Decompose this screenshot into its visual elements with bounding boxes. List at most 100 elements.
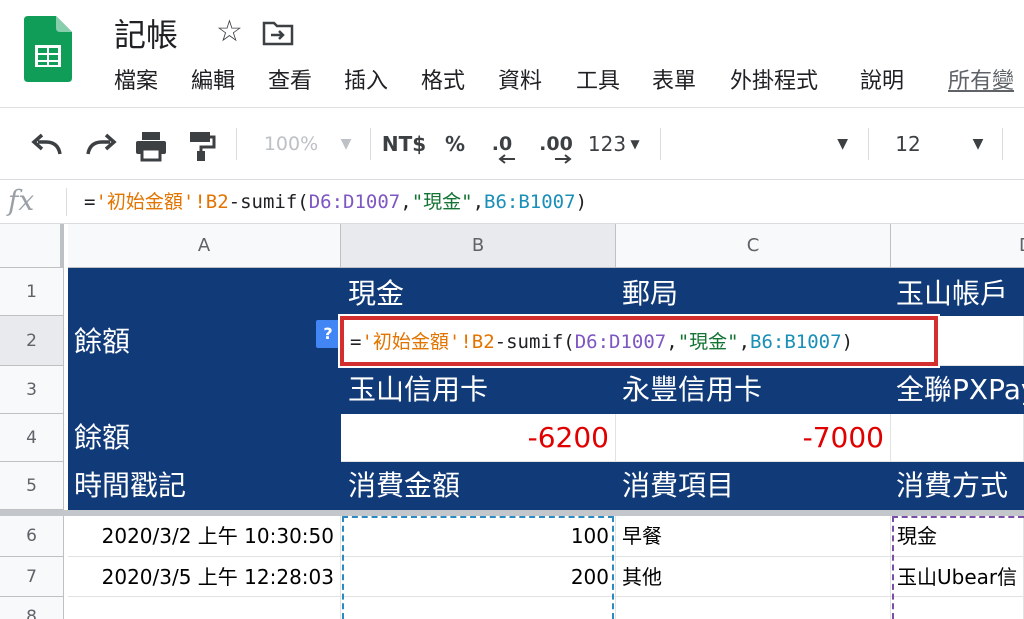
cell-b5[interactable]: 消費金額 [348, 466, 460, 506]
row-header-3[interactable]: 3 [0, 366, 64, 414]
menu-edit[interactable]: 編輯 [191, 66, 235, 98]
document-title[interactable]: 記帳 [114, 10, 178, 56]
font-size-dropdown-icon[interactable]: ▼ [966, 122, 990, 166]
toolbar-separator [660, 128, 661, 160]
move-to-folder-icon[interactable] [262, 20, 294, 46]
formula-comma: , [400, 191, 412, 213]
cell-b4[interactable]: -6200 [341, 414, 616, 462]
font-size-select[interactable]: 12 [886, 122, 930, 166]
row-header-7[interactable]: 7 [0, 557, 64, 597]
row-header-5[interactable]: 5 [0, 462, 64, 510]
toolbar-separator [868, 128, 869, 160]
more-formats-dropdown-icon[interactable]: ▼ [626, 122, 644, 166]
star-icon[interactable]: ☆ [216, 14, 243, 50]
table-cell-timestamp[interactable]: 2020/3/2 上午 10:30:50 [68, 516, 341, 557]
menu-view[interactable]: 查看 [268, 66, 312, 98]
cell-a5[interactable]: 時間戳記 [74, 466, 186, 506]
formula-input[interactable]: ='初始金額'!B2-sumif(D6:D1007,"現金",B6:B1007) [84, 188, 587, 216]
table-cell-empty[interactable] [68, 597, 341, 619]
increase-decimal-button[interactable]: .00 [536, 122, 576, 166]
app-header: 記帳 ☆ 檔案 編輯 查看 插入 格式 資料 工具 表單 外掛程式 說明 所有變 [0, 0, 1024, 108]
formula-op: -sumif( [494, 331, 575, 353]
cell-a2[interactable]: 餘額 [74, 322, 130, 362]
table-cell-item[interactable]: 其他 [616, 557, 891, 597]
font-dropdown-icon: ▼ [837, 136, 848, 152]
cell-c4[interactable]: -7000 [616, 414, 891, 462]
cell-a4[interactable]: 餘額 [74, 418, 130, 458]
cell-c5[interactable]: 消費項目 [622, 466, 734, 506]
cell-d2[interactable] [938, 316, 1024, 366]
more-formats-button[interactable]: 123 [586, 122, 628, 166]
formula-ref1: '初始金額'!B2 [95, 191, 229, 213]
formula-eq: = [350, 331, 362, 353]
column-header-a[interactable]: A [68, 224, 341, 268]
zoom-select[interactable]: 100% [258, 122, 324, 166]
fx-icon: fx [8, 184, 35, 217]
toolbar: 100% ▼ NT$ % .0 .00 123 ▼ ▼ 12 ▼ [0, 108, 1024, 180]
menu-file[interactable]: 檔案 [114, 66, 158, 98]
cell-c1[interactable]: 郵局 [622, 274, 678, 314]
cell-b1[interactable]: 現金 [348, 274, 404, 314]
zoom-dropdown-icon[interactable]: ▼ [334, 122, 358, 166]
redo-icon[interactable] [82, 132, 118, 160]
formula-op: -sumif( [228, 191, 309, 213]
menu-addons[interactable]: 外掛程式 [730, 66, 818, 98]
paint-format-icon[interactable] [188, 130, 216, 162]
arrow-right-icon [555, 154, 572, 164]
arrow-left-icon [498, 154, 515, 164]
cell-editor-formula[interactable]: ='初始金額'!B2-sumif(D6:D1007,"現金",B6:B1007) [350, 328, 853, 356]
font-family-select[interactable]: ▼ [668, 122, 858, 166]
formula-bar: fx ='初始金額'!B2-sumif(D6:D1007,"現金",B6:B10… [0, 180, 1024, 224]
menu-help[interactable]: 說明 [860, 66, 904, 98]
column-header-b[interactable]: B [341, 224, 616, 268]
toolbar-separator [370, 128, 371, 160]
all-changes-saved-link[interactable]: 所有變 [948, 66, 1014, 98]
toolbar-separator [1002, 128, 1003, 160]
row-header-6[interactable]: 6 [0, 516, 64, 557]
cell-editor-b2[interactable]: ='初始金額'!B2-sumif(D6:D1007,"現金",B6:B1007) [340, 316, 938, 366]
cell-b3[interactable]: 玉山信用卡 [348, 370, 488, 410]
print-icon[interactable] [134, 130, 168, 162]
table-cell-empty[interactable] [616, 597, 891, 619]
formula-comma: , [472, 191, 485, 213]
formula-criterion: "現金" [411, 191, 473, 213]
sheets-logo-icon[interactable] [24, 16, 72, 82]
decrease-decimal-label: .0 [491, 133, 513, 155]
formula-criterion: "現金" [677, 331, 739, 353]
formula-range1: D6:D1007 [308, 191, 401, 213]
column-header-d[interactable]: D [891, 224, 1024, 268]
currency-format-button[interactable]: NT$ [380, 122, 428, 166]
cell-d4[interactable] [891, 414, 1024, 462]
row-header-4[interactable]: 4 [0, 414, 64, 462]
formula-comma: , [738, 331, 751, 353]
formula-range1: D6:D1007 [574, 331, 667, 353]
decrease-decimal-button[interactable]: .0 [484, 122, 520, 166]
formula-ref1: '初始金額'!B2 [361, 331, 495, 353]
cell-d5[interactable]: 消費方式 [896, 466, 1024, 506]
spreadsheet-grid[interactable]: A B C D 1 2 3 4 5 6 7 8 現金 郵局 玉山帳戶 餘額 玉山… [0, 224, 1024, 619]
table-cell-timestamp[interactable]: 2020/3/5 上午 12:28:03 [68, 557, 341, 597]
formula-close: ) [575, 191, 588, 213]
row-header-8[interactable]: 8 [0, 597, 64, 619]
undo-icon[interactable] [30, 132, 66, 160]
select-all-corner[interactable] [0, 224, 64, 268]
menu-insert[interactable]: 插入 [344, 66, 388, 98]
percent-format-button[interactable]: % [440, 122, 470, 166]
formula-help-button[interactable]: ? [316, 320, 340, 348]
cell-c3[interactable]: 永豐信用卡 [622, 370, 762, 410]
table-cell-item[interactable]: 早餐 [616, 516, 891, 557]
cell-d3[interactable]: 全聯PXPay [896, 370, 1024, 410]
row-header-2[interactable]: 2 [0, 316, 64, 366]
row-header-1[interactable]: 1 [0, 268, 64, 316]
toolbar-separator [236, 128, 237, 160]
header-block [68, 268, 1024, 510]
menu-tools[interactable]: 工具 [576, 66, 620, 98]
menu-forms[interactable]: 表單 [652, 66, 696, 98]
cell-d1[interactable]: 玉山帳戶 [896, 274, 1024, 314]
menu-data[interactable]: 資料 [498, 66, 542, 98]
column-header-c[interactable]: C [616, 224, 891, 268]
formula-close: ) [841, 331, 854, 353]
range-highlight-b [342, 516, 614, 619]
menu-format[interactable]: 格式 [421, 66, 465, 98]
formula-comma: , [666, 331, 678, 353]
